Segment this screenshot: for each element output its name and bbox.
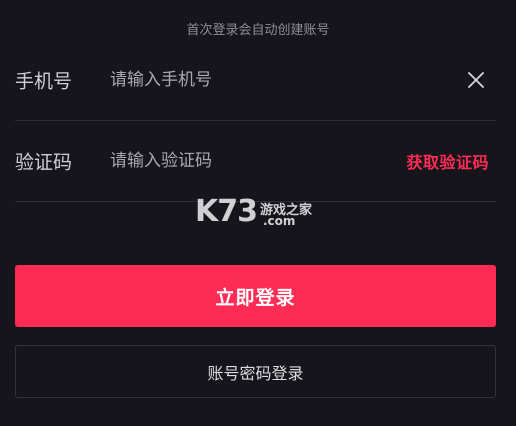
- close-icon[interactable]: [466, 70, 486, 90]
- auto-register-notice: 首次登录会自动创建账号: [186, 23, 330, 38]
- password-login-button[interactable]: 账号密码登录: [15, 345, 496, 398]
- watermark-domain: .com: [263, 214, 296, 228]
- phone-label: 手机号: [15, 70, 73, 93]
- code-label: 验证码: [15, 151, 73, 174]
- get-code-button[interactable]: 获取验证码: [406, 149, 489, 173]
- code-input[interactable]: [110, 146, 370, 176]
- k73-watermark-logo: K73 游戏之家 .com: [195, 196, 325, 232]
- login-button[interactable]: 立即登录: [15, 265, 496, 327]
- code-field-row: 验证码 获取验证码: [15, 122, 496, 202]
- phone-input[interactable]: [110, 65, 370, 95]
- phone-field-row: 手机号: [15, 41, 496, 121]
- watermark-logo-text: K73: [195, 194, 258, 229]
